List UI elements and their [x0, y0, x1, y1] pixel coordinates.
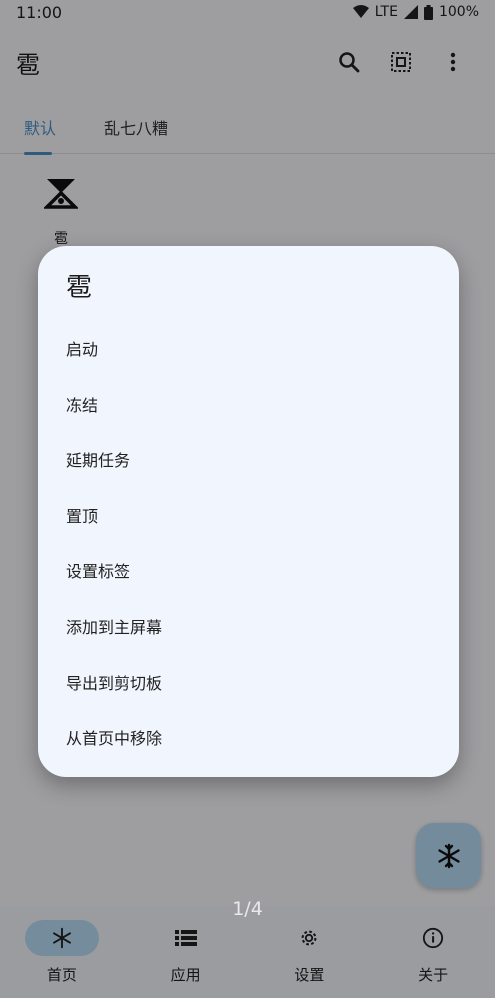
menu-item-add-to-home[interactable]: 添加到主屏幕	[38, 600, 459, 656]
menu-item-delay-task[interactable]: 延期任务	[38, 433, 459, 489]
menu-item-launch[interactable]: 启动	[38, 322, 459, 378]
page-indicator: 1/4	[232, 898, 263, 920]
menu-list: 启动 冻结 延期任务 置顶 设置标签 添加到主屏幕 导出到剪切板 从首页中移除	[38, 322, 459, 767]
menu-item-export-clipboard[interactable]: 导出到剪切板	[38, 656, 459, 712]
menu-item-freeze[interactable]: 冻结	[38, 378, 459, 434]
menu-item-pin[interactable]: 置顶	[38, 489, 459, 545]
app-context-menu: 雹 启动 冻结 延期任务 置顶 设置标签 添加到主屏幕 导出到剪切板 从首页中移…	[38, 246, 459, 777]
menu-item-set-tags[interactable]: 设置标签	[38, 544, 459, 600]
dialog-title: 雹	[66, 273, 93, 303]
menu-item-remove-from-home[interactable]: 从首页中移除	[38, 711, 459, 767]
